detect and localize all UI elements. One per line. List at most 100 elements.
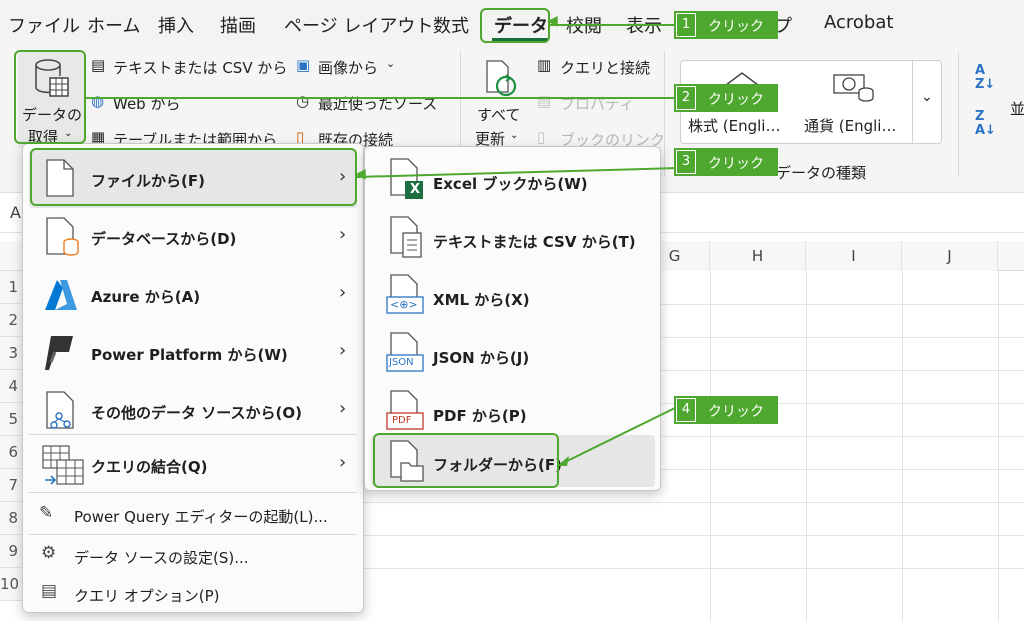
tab-draw[interactable]: 描画 <box>220 12 256 38</box>
gallery-expand-button[interactable]: ⌄ <box>912 61 942 143</box>
xml-file-icon <box>386 274 424 314</box>
highlight-from-file <box>30 148 357 206</box>
step-label: クリック <box>708 92 764 108</box>
from-image-button[interactable]: 画像から <box>318 57 378 78</box>
currency-icon <box>833 74 874 102</box>
menu-item-query-options[interactable]: ▤ クエリ オプション(P) <box>29 574 357 612</box>
chevron-down-icon: ⌄ <box>921 89 933 105</box>
json-file-icon <box>386 332 424 372</box>
menu-item-from-power-platform[interactable]: Power Platform から(W) › <box>29 324 357 382</box>
step-callout-2: 2 クリック <box>674 84 778 112</box>
query-options-icon: ▤ <box>41 581 58 601</box>
menu-item-combine-queries[interactable]: クエリの結合(Q) › <box>29 436 357 494</box>
row-header[interactable]: 10 <box>0 568 22 601</box>
grid-line <box>806 271 807 621</box>
group-separator <box>664 52 665 176</box>
tab-file[interactable]: ファイル <box>8 12 80 38</box>
submenu-item-excel-workbook[interactable]: X Excel ブックから(W) <box>371 151 655 209</box>
from-text-csv-button[interactable]: テキストまたは CSV から <box>113 57 287 78</box>
power-platform-icon <box>45 336 73 370</box>
tab-home[interactable]: ホーム <box>87 12 140 38</box>
menu-item-from-azure[interactable]: Azure から(A) › <box>29 266 357 324</box>
submenu-item-label: XML から(X) <box>433 291 530 309</box>
menu-item-label: クエリ オプション(P) <box>74 587 220 605</box>
grid-line <box>902 271 903 621</box>
submenu-item-text-csv[interactable]: テキストまたは CSV から(T) <box>371 209 655 267</box>
step-label: クリック <box>708 19 764 35</box>
web-icon: ◍ <box>91 92 105 110</box>
excel-letter: X <box>410 182 421 197</box>
row-header[interactable]: 4 <box>0 370 22 403</box>
step-callout-1: 1 クリック <box>674 11 778 39</box>
group-separator <box>958 52 959 176</box>
tab-page-layout[interactable]: ページ レイアウト <box>284 12 433 38</box>
row-header[interactable]: 9 <box>0 535 22 568</box>
submenu-item-label: Excel ブックから(W) <box>433 175 588 193</box>
tab-acrobat[interactable]: Acrobat <box>824 12 893 33</box>
queries-connections-button[interactable]: クエリと接続 <box>560 57 650 78</box>
refresh-all-button[interactable]: すべて 更新 ⌄ <box>472 52 528 148</box>
sort-descending-icon[interactable]: Z A↓ <box>975 110 996 138</box>
sort-button-label[interactable]: 並 <box>1010 98 1024 119</box>
connector-line <box>550 24 674 26</box>
row-header[interactable]: 2 <box>0 304 22 337</box>
xml-label: <⊕> <box>390 298 418 311</box>
pdf-label: PDF <box>392 415 412 426</box>
chevron-right-icon: › <box>339 452 347 473</box>
currencies-data-type[interactable]: 通貨 (Engli… <box>802 65 912 141</box>
chevron-down-icon: ⌄ <box>386 57 396 70</box>
column-header[interactable]: I <box>806 241 902 271</box>
menu-item-other-sources[interactable]: その他のデータ ソースから(O) › <box>29 382 357 440</box>
properties-icon: ▤ <box>537 92 552 110</box>
tab-insert[interactable]: 挿入 <box>158 12 194 38</box>
menu-item-label: クエリの結合(Q) <box>91 458 208 476</box>
row-header[interactable]: 7 <box>0 469 22 502</box>
stocks-label: 株式 (Engli… <box>688 117 781 135</box>
menu-item-data-source-settings[interactable]: ⚙ データ ソースの設定(S)... <box>29 536 357 574</box>
queries-icon: ▥ <box>537 56 552 74</box>
menu-item-label: Power Platform から(W) <box>91 346 288 364</box>
tab-formulas[interactable]: 数式 <box>433 12 469 38</box>
step-label: クリック <box>708 404 764 420</box>
submenu-item-json[interactable]: JSON JSON から(J) <box>371 325 655 383</box>
submenu-item-label: PDF から(P) <box>433 407 527 425</box>
json-label: JSON <box>389 357 414 368</box>
menu-item-label: データ ソースの設定(S)... <box>74 549 249 567</box>
links-icon: ▯ <box>537 128 546 146</box>
grid-line <box>710 271 711 621</box>
row-header[interactable]: 6 <box>0 436 22 469</box>
row-header[interactable]: 8 <box>0 502 22 535</box>
chevron-right-icon: › <box>339 340 347 361</box>
image-icon: ▣ <box>296 56 311 74</box>
menu-separator <box>29 434 357 435</box>
chevron-right-icon: › <box>339 224 347 245</box>
arrow-head-icon: ◀ <box>547 13 558 29</box>
highlight-from-folder <box>373 433 559 488</box>
step-number: 3 <box>676 150 696 174</box>
combine-queries-icon <box>42 445 84 485</box>
step-callout-3: 3 クリック <box>674 148 778 176</box>
step-number: 1 <box>676 13 696 37</box>
menu-separator <box>29 492 357 493</box>
data-types-group-label: データの種類 <box>776 164 867 182</box>
pdf-file-icon <box>386 390 424 430</box>
row-header[interactable]: 3 <box>0 337 22 370</box>
chevron-right-icon: › <box>339 398 347 419</box>
text-file-icon: ▤ <box>91 56 106 74</box>
column-header[interactable]: H <box>710 241 806 271</box>
submenu-item-label: テキストまたは CSV から(T) <box>433 233 636 251</box>
submenu-item-xml[interactable]: <⊕> XML から(X) <box>371 267 655 325</box>
column-header[interactable]: J <box>902 241 998 271</box>
sort-ascending-icon[interactable]: A Z↓ <box>975 64 995 92</box>
menu-item-launch-power-query[interactable]: ✎ Power Query エディターの起動(L)... <box>29 496 357 534</box>
step-number: 2 <box>676 86 696 110</box>
row-header[interactable]: 5 <box>0 403 22 436</box>
menu-item-from-database[interactable]: データベースから(D) › <box>29 208 357 266</box>
name-box[interactable]: A <box>10 203 21 222</box>
row-header[interactable]: 1 <box>0 271 22 304</box>
database-file-icon <box>46 217 79 256</box>
step-label: クリック <box>708 156 764 172</box>
other-sources-icon <box>46 391 74 429</box>
azure-icon <box>45 280 77 310</box>
refresh-all-label-1: すべて <box>477 106 521 124</box>
